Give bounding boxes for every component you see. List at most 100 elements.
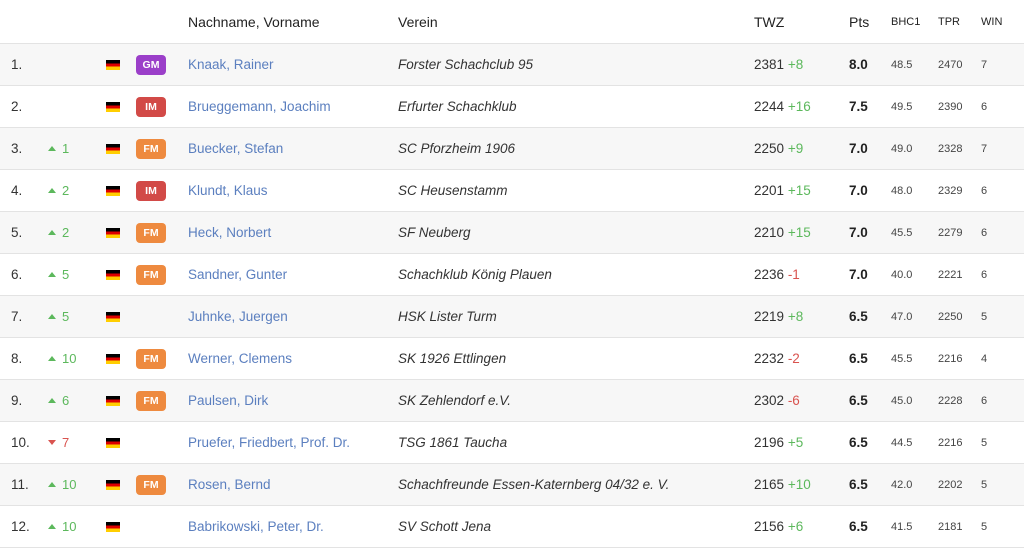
standings-table: Nachname, Vorname Verein TWZ Pts BHC1 TP… [0,0,1024,548]
header-row: Nachname, Vorname Verein TWZ Pts BHC1 TP… [0,0,1024,44]
arrow-down-icon [48,440,56,446]
rank-change: 5 [48,253,106,296]
title-cell: FM [136,337,188,380]
title-cell: FM [136,127,188,170]
player-name-cell: Knaak, Rainer [188,43,398,86]
pts-header[interactable]: Pts [849,0,891,44]
table-row[interactable]: 2. IM Brueggemann, Joachim Erfurter Schachk… [0,85,1024,128]
arrow-up-icon [48,482,56,488]
twz-value: 2156 [754,519,785,534]
rank-cell: 8. [0,337,48,380]
title-badge: GM [136,54,166,75]
win-cell: 7 [981,127,1024,170]
win-cell: 6 [981,211,1024,254]
flag-cell [106,127,136,170]
table-row[interactable]: 10. 7 Pruefer, Friedbert, Prof. Dr. TSG 186… [0,421,1024,464]
arrow-up-icon [48,272,56,278]
flag-header [106,0,136,44]
twz-value: 2219 [754,309,785,324]
rank-change: 10 [48,463,106,506]
flag-cell [106,379,136,422]
player-name-link[interactable]: Rosen, Bernd [188,477,271,492]
table-row[interactable]: 6. 5 FM Sandner, Gunter Schachklub König Pla… [0,253,1024,296]
table-row[interactable]: 9. 6 FM Paulsen, Dirk SK Zehlendorf e.V. 2302… [0,379,1024,422]
bhc1-cell: 45.5 [891,211,938,254]
twz-delta: -6 [787,393,800,408]
twz-delta: +15 [787,225,811,240]
club-header[interactable]: Verein [398,0,754,44]
title-cell: FM [136,211,188,254]
title-badge: FM [136,474,166,495]
player-name-link[interactable]: Pruefer, Friedbert, Prof. Dr. [188,435,350,450]
rank-header [0,0,48,44]
flag-cell [106,169,136,212]
bhc1-cell: 47.0 [891,295,938,338]
title-cell: FM [136,463,188,506]
rank-change-value: 6 [62,393,70,408]
rank-change-value: 10 [62,351,77,366]
rank-change [48,85,106,128]
player-name-link[interactable]: Juhnke, Juergen [188,309,288,324]
tpr-cell: 2216 [938,421,981,464]
twz-delta: +15 [787,183,811,198]
table-row[interactable]: 8. 10 FM Werner, Clemens SK 1926 Ettlingen 22… [0,337,1024,380]
table-row[interactable]: 11. 10 FM Rosen, Bernd Schachfreunde Essen-K… [0,463,1024,506]
points-cell: 8.0 [849,43,891,86]
twz-value: 2201 [754,183,785,198]
bhc1-cell: 49.5 [891,85,938,128]
de-flag-icon [106,312,120,323]
arrow-up-icon [48,524,56,530]
twz-value: 2244 [754,99,785,114]
flag-cell [106,211,136,254]
player-name-link[interactable]: Knaak, Rainer [188,57,274,72]
player-name-cell: Heck, Norbert [188,211,398,254]
rank-cell: 2. [0,85,48,128]
de-flag-icon [106,480,120,491]
title-badge: FM [136,222,166,243]
bhc1-cell: 48.0 [891,169,938,212]
de-flag-icon [106,144,120,155]
rank-change-value: 7 [62,435,70,450]
table-row[interactable]: 12. 10 Babrikowski, Peter, Dr. SV Schott Je… [0,505,1024,548]
player-name-link[interactable]: Sandner, Gunter [188,267,287,282]
player-name-cell: Paulsen, Dirk [188,379,398,422]
name-header[interactable]: Nachname, Vorname [188,0,398,44]
twz-header[interactable]: TWZ [754,0,849,44]
twz-delta: +5 [787,435,804,450]
table-row[interactable]: 4. 2 IM Klundt, Klaus SC Heusenstamm 2201 +15… [0,169,1024,212]
player-name-link[interactable]: Heck, Norbert [188,225,271,240]
win-cell: 5 [981,421,1024,464]
tpr-cell: 2329 [938,169,981,212]
rank-change-value: 10 [62,519,77,534]
rank-change-value: 10 [62,477,77,492]
arrow-up-icon [48,314,56,320]
bhc1-header[interactable]: BHC1 [891,0,938,44]
player-name-link[interactable]: Klundt, Klaus [188,183,268,198]
player-name-link[interactable]: Buecker, Stefan [188,141,283,156]
title-cell: GM [136,43,188,86]
club-cell: Schachfreunde Essen-Katernberg 04/32 e. … [398,463,754,506]
win-header[interactable]: WIN [981,0,1024,44]
tpr-header[interactable]: TPR [938,0,981,44]
table-row[interactable]: 5. 2 FM Heck, Norbert SF Neuberg 2210 +15 7.0 4… [0,211,1024,254]
player-name-link[interactable]: Babrikowski, Peter, Dr. [188,519,324,534]
player-name-link[interactable]: Paulsen, Dirk [188,393,268,408]
player-name-link[interactable]: Werner, Clemens [188,351,292,366]
twz-value: 2165 [754,477,785,492]
bhc1-cell: 41.5 [891,505,938,548]
player-name-link[interactable]: Brueggemann, Joachim [188,99,331,114]
table-row[interactable]: 3. 1 FM Buecker, Stefan SC Pforzheim 1906 225… [0,127,1024,170]
table-row[interactable]: 7. 5 Juhnke, Juergen HSK Lister Turm 2219 +8… [0,295,1024,338]
player-name-cell: Pruefer, Friedbert, Prof. Dr. [188,421,398,464]
twz-cell: 2232 -2 [754,337,849,380]
rank-change-value: 5 [62,267,70,282]
twz-cell: 2250 +9 [754,127,849,170]
table-row[interactable]: 1. GM Knaak, Rainer Forster Schachclub 95 23… [0,43,1024,86]
club-cell: SK 1926 Ettlingen [398,337,754,380]
rank-change: 1 [48,127,106,170]
tpr-cell: 2228 [938,379,981,422]
points-cell: 6.5 [849,505,891,548]
club-cell: SF Neuberg [398,211,754,254]
flag-cell [106,421,136,464]
title-header [136,0,188,44]
